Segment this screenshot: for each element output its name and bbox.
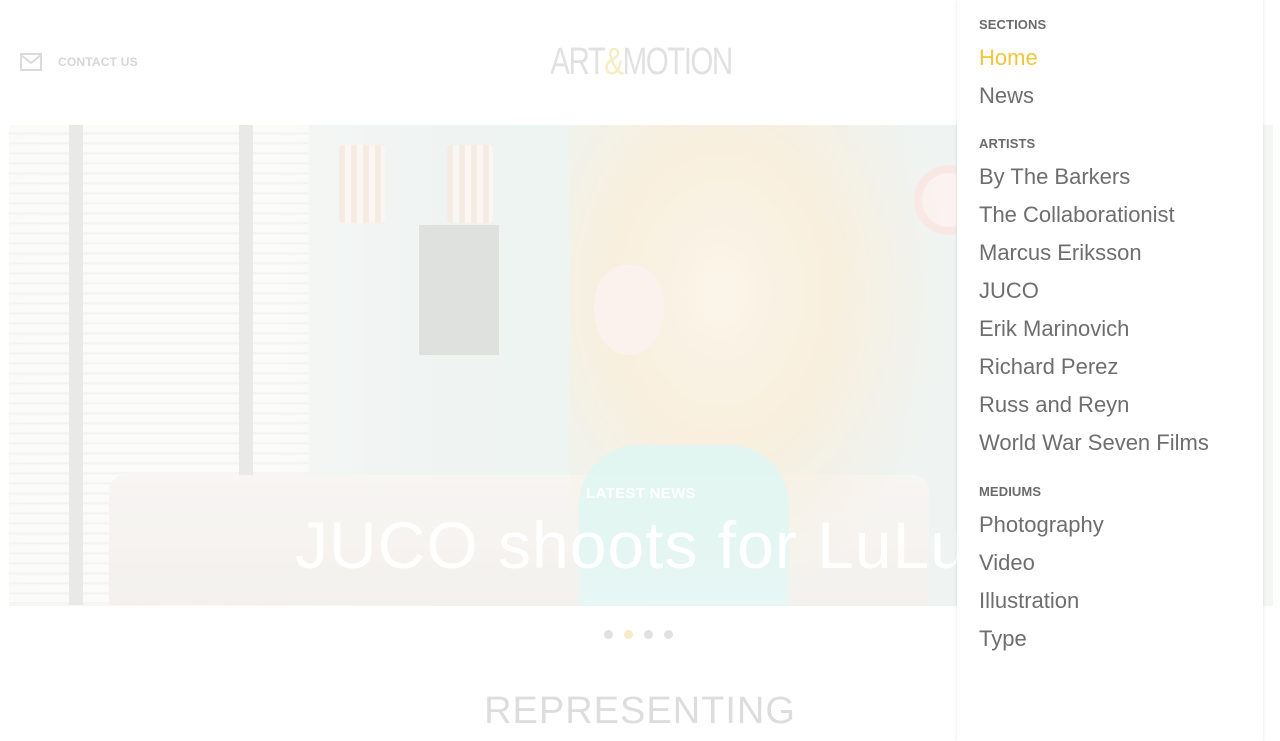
menu-item-home[interactable]: Home: [979, 45, 1038, 71]
menu-item-news[interactable]: News: [979, 83, 1034, 109]
navigation-menu: SECTIONS ARTISTS MEDIUMS Home News By The …: [957, 0, 1263, 741]
menu-item-medium-illustration[interactable]: Illustration: [979, 588, 1079, 614]
menu-item-artist-by-the-barkers[interactable]: By The Barkers: [979, 164, 1130, 190]
menu-item-artist-russ-and-reyn[interactable]: Russ and Reyn: [979, 392, 1129, 418]
menu-item-artist-erik-marinovich[interactable]: Erik Marinovich: [979, 316, 1129, 342]
artists-heading: ARTISTS: [979, 136, 1036, 151]
sections-heading: SECTIONS: [979, 17, 1047, 32]
menu-item-artist-the-collaborationist[interactable]: The Collaborationist: [979, 202, 1175, 228]
menu-item-medium-type[interactable]: Type: [979, 626, 1027, 652]
menu-item-medium-video[interactable]: Video: [979, 550, 1035, 576]
menu-item-artist-richard-perez[interactable]: Richard Perez: [979, 354, 1118, 380]
mediums-heading: MEDIUMS: [979, 484, 1042, 499]
menu-item-artist-juco[interactable]: JUCO: [979, 278, 1039, 304]
menu-item-artist-marcus-eriksson[interactable]: Marcus Eriksson: [979, 240, 1142, 266]
menu-item-artist-world-war-seven-films[interactable]: World War Seven Films: [979, 430, 1209, 456]
menu-item-medium-photography[interactable]: Photography: [979, 512, 1104, 538]
